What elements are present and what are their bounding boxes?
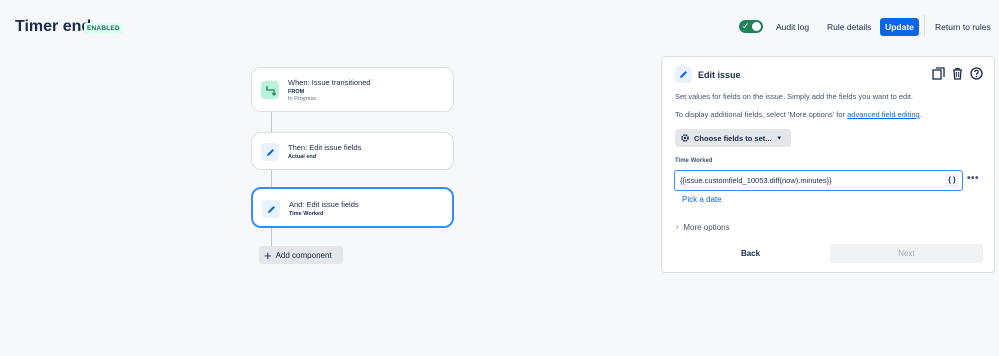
page-title: Timer end [15, 18, 92, 35]
rule-details-button[interactable]: Rule details [827, 22, 871, 32]
add-component-button[interactable]: + Add component [259, 246, 343, 264]
flow-node-action[interactable]: Then: Edit issue fields Actual end [251, 132, 454, 170]
node-detail-value: In Progress [288, 96, 317, 102]
chevron-down-icon: ▾ [777, 135, 782, 142]
chevron-right-icon: › [676, 224, 679, 231]
flow-connector [271, 112, 272, 132]
check-icon: ✓ [742, 21, 750, 31]
choose-fields-label: Choose fields to set... [694, 133, 772, 143]
update-button[interactable]: Update [880, 18, 919, 36]
node-title: Then: Edit issue fields [288, 143, 362, 152]
trash-icon[interactable] [950, 66, 965, 81]
time-worked-value: {{issue.customfield_10053.diff(now).minu… [680, 176, 832, 185]
pencil-icon [261, 143, 279, 161]
rule-enabled-toggle[interactable]: ✓ [739, 20, 763, 33]
flow-connector [271, 228, 272, 246]
pencil-icon [675, 66, 692, 83]
audit-log-button[interactable]: Audit log [776, 22, 809, 32]
node-detail-label: FROM [288, 89, 305, 95]
advanced-field-editing-link[interactable]: advanced field editing [847, 110, 920, 119]
next-button[interactable]: Next [830, 244, 983, 263]
panel-actions [931, 66, 984, 81]
node-title: When: Issue transitioned [288, 78, 371, 87]
smart-value-button[interactable]: { } [945, 174, 959, 187]
more-actions-icon[interactable]: ••• [967, 173, 979, 184]
node-title: And: Edit issue fields [289, 200, 359, 209]
add-component-label: Add component [275, 250, 332, 260]
toggle-knob [752, 22, 761, 31]
more-options-label: More options [683, 223, 730, 232]
gear-icon [680, 133, 690, 143]
plus-icon: + [264, 247, 272, 263]
pick-a-date-link[interactable]: Pick a date [682, 195, 722, 204]
hint-text: To display additional fields, select 'Mo… [675, 110, 846, 119]
pencil-icon [262, 200, 280, 218]
status-badge: ENABLED [84, 23, 123, 34]
transition-arrow-icon [261, 81, 279, 99]
panel-hint: To display additional fields, select 'Mo… [675, 110, 922, 119]
header-divider [924, 15, 925, 37]
hint-suffix: . [919, 110, 922, 119]
panel-title: Edit issue [698, 70, 741, 80]
help-icon[interactable] [969, 66, 984, 81]
time-worked-label: Time Worked [675, 158, 713, 164]
more-options-toggle[interactable]: › More options [676, 223, 730, 232]
flow-node-trigger[interactable]: When: Issue transitioned FROM In Progres… [251, 67, 454, 112]
return-to-rules-button[interactable]: Return to rules [935, 22, 991, 32]
flow-connector [271, 170, 272, 188]
time-worked-input[interactable]: {{issue.customfield_10053.diff(now).minu… [674, 170, 963, 191]
node-detail-label: Actual end [288, 154, 317, 160]
edit-issue-panel: Edit issue Set values for fields on the … [661, 56, 995, 273]
copy-icon[interactable] [931, 66, 946, 81]
back-button[interactable]: Back [675, 244, 826, 263]
choose-fields-dropdown[interactable]: Choose fields to set... ▾ [675, 129, 791, 147]
node-detail-label: Time Worked [289, 211, 324, 217]
flow-node-action-selected[interactable]: And: Edit issue fields Time Worked [251, 187, 454, 228]
panel-description: Set values for fields on the issue. Simp… [675, 92, 914, 101]
